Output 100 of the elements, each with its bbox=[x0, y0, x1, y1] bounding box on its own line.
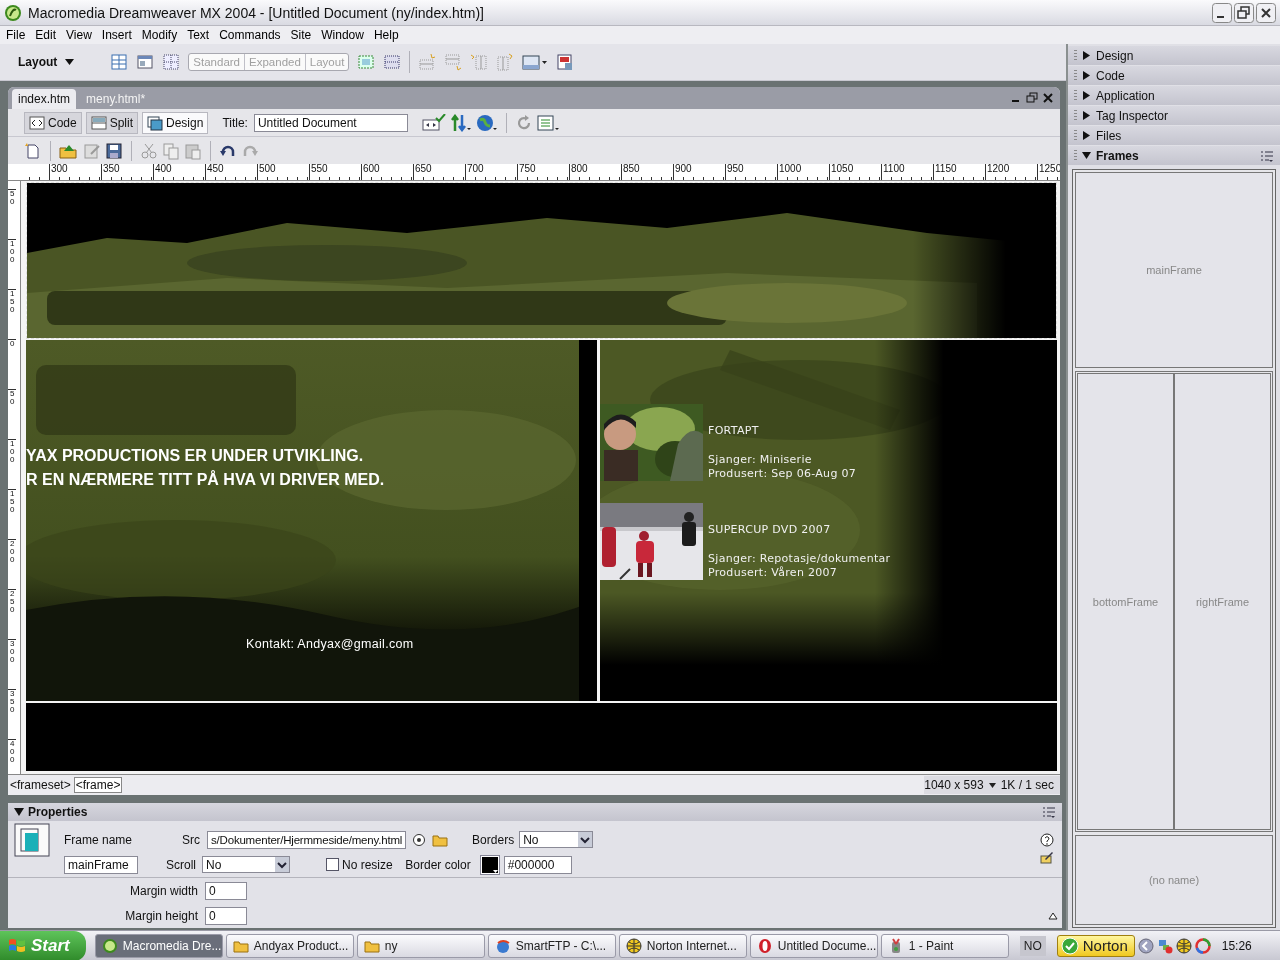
ruler-label: 350 bbox=[8, 689, 16, 739]
field-label: Borders bbox=[471, 832, 515, 847]
options-menu-icon[interactable] bbox=[1042, 806, 1056, 818]
menu-item[interactable]: Edit bbox=[30, 28, 62, 42]
window-icon[interactable] bbox=[136, 53, 155, 71]
point-to-file-icon[interactable] bbox=[412, 832, 427, 847]
cut-icon[interactable] bbox=[140, 141, 158, 160]
taskbar-button[interactable]: 1 - Paint bbox=[880, 933, 1009, 958]
taskbar-button[interactable]: Andyax Product... bbox=[225, 933, 354, 958]
color-swatch[interactable] bbox=[479, 854, 500, 875]
taskbar-button[interactable]: ny bbox=[356, 933, 485, 958]
field-label: Margin height bbox=[124, 908, 198, 923]
scroll-select[interactable]: No bbox=[202, 856, 290, 873]
margin-width-field[interactable]: 0 bbox=[205, 881, 247, 900]
minimize-icon[interactable] bbox=[1212, 2, 1232, 23]
menu-item[interactable]: Site bbox=[285, 28, 317, 42]
restore-icon[interactable] bbox=[1234, 2, 1254, 23]
help-icon[interactable] bbox=[1040, 833, 1054, 847]
file-transfer-icon[interactable] bbox=[449, 113, 472, 132]
globe-icon[interactable] bbox=[475, 113, 498, 132]
ruler-label: 950 bbox=[725, 164, 777, 180]
menu-item[interactable]: Insert bbox=[96, 28, 137, 42]
frame-icon bbox=[14, 822, 50, 857]
field-label: Src bbox=[181, 832, 201, 847]
globe-icon[interactable] bbox=[1175, 937, 1192, 954]
design-view-icon bbox=[147, 114, 164, 131]
new-file-icon[interactable] bbox=[24, 141, 42, 160]
language-indicator[interactable]: NO bbox=[1019, 935, 1046, 956]
field-label: Scroll bbox=[166, 857, 196, 872]
ruler-label: 1050 bbox=[829, 164, 881, 180]
dotted-table-icon[interactable] bbox=[383, 53, 402, 71]
network-icon[interactable] bbox=[1156, 937, 1173, 954]
checkbox[interactable] bbox=[326, 858, 339, 871]
code-view-icon bbox=[29, 114, 45, 131]
ruler-label: 800 bbox=[569, 164, 621, 180]
taskbar-button[interactable]: SmartFTP - C:\... bbox=[487, 933, 616, 958]
menu-item[interactable]: Modify bbox=[136, 28, 183, 42]
sheet-icon[interactable] bbox=[556, 53, 575, 71]
ruler-label: 350 bbox=[101, 164, 153, 180]
menu-item[interactable]: Text bbox=[182, 28, 215, 42]
panel-title: Properties bbox=[28, 805, 89, 819]
window-title: Macromedia Dreamweaver MX 2004 - [Untitled Document (ny/index.htm)] bbox=[28, 4, 485, 21]
layer-icon[interactable] bbox=[357, 53, 376, 71]
save-icon[interactable] bbox=[105, 141, 123, 160]
close-icon[interactable] bbox=[1256, 2, 1276, 23]
ruler-label: 0 bbox=[8, 339, 16, 389]
check-circle-icon bbox=[1060, 936, 1079, 955]
ruler-label: 200 bbox=[8, 539, 16, 589]
taskbar-button[interactable]: Macromedia Dre... bbox=[94, 933, 223, 958]
document-tab[interactable]: index.htm bbox=[12, 89, 77, 109]
menu-item[interactable]: View bbox=[61, 28, 97, 42]
view-button[interactable]: Split bbox=[85, 111, 139, 134]
menu-item[interactable]: Window bbox=[316, 28, 369, 42]
tag-selector-item[interactable]: <frame> bbox=[73, 777, 123, 793]
app-icon bbox=[494, 937, 511, 954]
sync-icon[interactable] bbox=[1194, 937, 1211, 954]
ruler-label: 150 bbox=[8, 489, 16, 539]
validate-icon[interactable] bbox=[421, 113, 446, 132]
contact-text: Kontakt: Andyax@gmail.com bbox=[246, 637, 415, 651]
ruler-label: 50 bbox=[8, 389, 16, 439]
headline: YAX PRODUCTIONS ER UNDER UTVIKLING. bbox=[26, 446, 365, 466]
panel-header[interactable]: Design bbox=[1068, 46, 1280, 65]
folder-icon[interactable] bbox=[432, 832, 449, 847]
collapse-icon[interactable] bbox=[1048, 911, 1058, 920]
view-button[interactable]: Code bbox=[24, 111, 82, 134]
panel-header[interactable]: Files bbox=[1068, 126, 1280, 145]
norton-button[interactable]: Norton bbox=[1056, 934, 1135, 957]
panel-header[interactable]: Application bbox=[1068, 86, 1280, 105]
table-icon[interactable] bbox=[110, 53, 129, 71]
restore-icon[interactable] bbox=[1026, 92, 1038, 104]
menu-item[interactable]: Commands bbox=[214, 28, 286, 42]
field-label: Margin width bbox=[128, 883, 198, 898]
ruler-label: 500 bbox=[257, 164, 309, 180]
ruler-label: 50 bbox=[8, 189, 16, 239]
window-size[interactable]: 1040 x 593 bbox=[924, 778, 984, 792]
close-icon[interactable] bbox=[1042, 92, 1054, 104]
margin-height-field[interactable]: 0 bbox=[205, 906, 247, 925]
tag-selector-item[interactable]: <frameset> bbox=[8, 777, 73, 793]
category-dropdown[interactable]: Layout bbox=[18, 55, 75, 69]
view-button[interactable]: Design bbox=[142, 111, 209, 134]
taskbar-button[interactable]: Norton Internet... bbox=[618, 933, 747, 958]
edit-icon[interactable] bbox=[1040, 850, 1054, 864]
color-field[interactable]: #000000 bbox=[503, 855, 572, 874]
title-field[interactable]: Untitled Document bbox=[253, 113, 408, 132]
frame-icon[interactable] bbox=[522, 53, 549, 71]
menu-item[interactable]: Help bbox=[368, 28, 404, 42]
download-time: 1K / 1 sec bbox=[1000, 778, 1054, 792]
taskbar-button[interactable]: Untitled Docume... bbox=[749, 933, 878, 958]
ruler-label: 400 bbox=[153, 164, 205, 180]
ruler-label: 750 bbox=[517, 164, 569, 180]
options-menu-icon[interactable] bbox=[1260, 149, 1274, 162]
frame-name-field[interactable]: mainFrame bbox=[64, 855, 138, 874]
panel-header[interactable]: Frames bbox=[1068, 146, 1280, 165]
view-options-icon[interactable] bbox=[536, 113, 561, 132]
panel-header[interactable]: Tag Inspector bbox=[1068, 106, 1280, 125]
borders-select[interactable]: No bbox=[519, 831, 594, 848]
src-field[interactable]: s/Dokumenter/Hjermmeside/meny.html bbox=[207, 830, 407, 849]
panel-header[interactable]: Code bbox=[1068, 66, 1280, 85]
menu-item[interactable]: File bbox=[1, 28, 31, 42]
dotted-grid-icon[interactable] bbox=[162, 53, 181, 71]
